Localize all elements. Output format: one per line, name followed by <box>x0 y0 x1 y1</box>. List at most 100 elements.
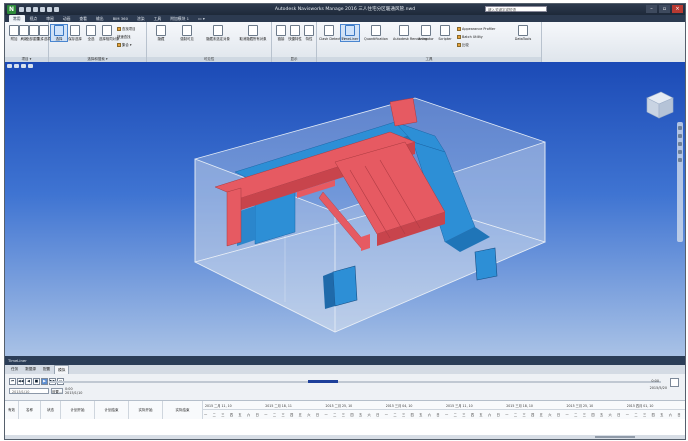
task-column-header[interactable]: 计划结束 <box>95 401 129 419</box>
gantt-day-label: 日 <box>556 413 561 417</box>
playback-button[interactable]: ◀ <box>25 378 32 385</box>
scripter-icon <box>440 25 450 36</box>
ribbon-tab[interactable]: 工具 <box>150 15 166 22</box>
ribbon-tab[interactable]: 附加模块 1 <box>166 15 193 22</box>
timeliner-tab[interactable]: 配置 <box>40 365 53 374</box>
timeliner-icon <box>345 25 355 36</box>
select-button[interactable]: 选择 <box>50 24 68 42</box>
task-column-header[interactable]: 计划开始 <box>61 401 95 419</box>
playback-button[interactable]: ◀◀ <box>17 378 24 385</box>
autodesk-rendering-button[interactable]: Autodesk Rendering <box>393 25 427 41</box>
save-selection-icon <box>70 25 80 36</box>
require-button[interactable]: 强制可见 <box>175 25 199 41</box>
select-all-button[interactable]: 全选 <box>83 25 99 41</box>
scene-viewport[interactable] <box>5 62 685 356</box>
timeliner-tab[interactable]: 数据源 <box>22 365 39 374</box>
ribbon-tab[interactable]: 视点 <box>26 15 42 22</box>
select-same-button[interactable]: 选择相同对象 <box>99 25 119 41</box>
hide-button[interactable]: 隐藏 <box>151 25 171 41</box>
quantification-button[interactable]: Quantification <box>363 25 389 41</box>
horizontal-scrollbar[interactable] <box>5 435 685 439</box>
close-icon[interactable]: × <box>672 5 683 13</box>
simulation-slider[interactable] <box>49 381 661 383</box>
gantt-day-label: 六 <box>247 413 251 417</box>
ribbon-group-select: 选择 保存选择 全选 选择相同对象 查找项目 快速查找 集合 ▾ 选择和搜索 ▾ <box>49 22 147 62</box>
navigation-bar <box>677 122 683 242</box>
gantt-day-label: 三 <box>281 413 285 417</box>
gantt-day-label: 三 <box>462 413 466 417</box>
sets-dropdown[interactable]: 集合 ▾ <box>117 42 132 47</box>
red-duct-drop <box>226 187 242 247</box>
pan-icon[interactable] <box>678 134 682 138</box>
gantt-day-label: 四 <box>229 413 233 417</box>
maximize-icon[interactable]: ▫ <box>659 5 670 13</box>
hide-unselected-icon <box>213 25 223 36</box>
equipment-cabinet <box>332 265 358 307</box>
steering-wheel-icon[interactable] <box>678 126 682 130</box>
gantt-day-label: 二 <box>393 413 397 417</box>
clash-detective-button[interactable]: Clash Detective <box>319 25 346 41</box>
timeliner-button[interactable]: TimeLiner <box>340 24 360 42</box>
require-icon <box>182 25 192 36</box>
timeliner-tab[interactable]: 任务 <box>8 365 21 374</box>
hide-unselected-button[interactable]: 隐藏未选定对象 <box>203 25 233 41</box>
gantt-day-label: 一 <box>204 413 208 417</box>
quick-find-field[interactable]: 快速查找 <box>117 34 131 39</box>
ribbon-tab[interactable]: 输出 <box>92 15 108 22</box>
ribbon-tab[interactable]: ▭ ▾ <box>194 15 209 22</box>
gantt-day-label: 一 <box>384 413 388 417</box>
gantt-day-label: 二 <box>272 413 277 417</box>
gantt-month-label: 2015 三月 25, 10 <box>566 404 594 408</box>
task-table-header: 有效 名称 状态 计划开始 计划结束 实际开始 实际结束 2015 二月 11, 10 201… <box>5 400 685 420</box>
ribbon-tab[interactable]: BIM 360 <box>109 15 132 22</box>
save-selection-button[interactable]: 保存选择 <box>67 25 83 41</box>
datatools-button[interactable]: DataTools <box>513 25 533 41</box>
settings-icon[interactable] <box>670 378 679 387</box>
scrollbar-thumb[interactable] <box>595 436 635 438</box>
orbit-icon[interactable] <box>678 150 682 154</box>
minimize-icon[interactable]: – <box>646 5 657 13</box>
batch-utility-button[interactable]: Batch Utility <box>457 34 483 39</box>
compare-icon <box>457 42 461 47</box>
ribbon-tab[interactable]: 渲染 <box>133 15 149 22</box>
playback-button[interactable]: ⏮ <box>9 378 16 385</box>
gantt-day-label: 四 <box>290 413 294 417</box>
task-list[interactable] <box>5 419 685 439</box>
gantt-day-label: 五 <box>660 413 664 417</box>
animator-button[interactable]: Animator <box>417 25 435 41</box>
gantt-day-label: 日 <box>376 413 380 417</box>
find-items-button[interactable]: 查找项目 <box>117 26 136 31</box>
select-cursor-icon <box>54 25 64 36</box>
ribbon-tab[interactable]: 审阅 <box>42 15 58 22</box>
settings-button[interactable]: 设置... <box>51 388 63 394</box>
task-column-header[interactable]: 实际开始 <box>129 401 163 419</box>
sets-icon <box>117 42 121 47</box>
simulation-slider-handle[interactable] <box>308 380 338 383</box>
task-column-header[interactable]: 实际结束 <box>163 401 203 419</box>
current-time: 0:00 2015/1/10 <box>65 387 83 395</box>
task-column-header[interactable]: 有效 <box>5 401 19 419</box>
zoom-icon[interactable] <box>678 142 682 146</box>
ribbon-tab[interactable]: 动画 <box>59 15 75 22</box>
gantt-day-label: 五 <box>298 413 302 417</box>
date-field[interactable]: 2015/1/10 <box>9 388 49 394</box>
task-column-header[interactable]: 状态 <box>41 401 61 419</box>
compare-button[interactable]: 比较 <box>457 42 469 47</box>
app-window: N Autodesk Navisworks Manage 2016 三人住宅分区… <box>4 3 686 440</box>
playback-button[interactable]: ▶ <box>41 378 48 385</box>
search-input[interactable]: 键入关键字或短语 <box>485 6 547 12</box>
properties-button[interactable]: 特性 <box>301 25 317 41</box>
ribbon-tab[interactable]: 查看 <box>75 15 91 22</box>
gantt-day-label: 一 <box>445 413 449 417</box>
gantt-day-label: 二 <box>212 413 216 417</box>
task-column-header[interactable]: 名称 <box>19 401 41 419</box>
playback-button[interactable]: ■ <box>33 378 40 385</box>
timeliner-tab[interactable]: 模拟 <box>54 365 70 374</box>
properties-icon <box>304 25 314 36</box>
look-icon[interactable] <box>678 158 682 162</box>
unhide-all-button[interactable]: 取消隐藏所有对象 <box>237 25 269 41</box>
scripter-button[interactable]: Scripter <box>437 25 453 41</box>
ribbon-tab[interactable]: 常用 <box>9 15 25 22</box>
equipment-box <box>474 247 498 281</box>
appearance-profiler-button[interactable]: Appearance Profiler <box>457 26 495 31</box>
